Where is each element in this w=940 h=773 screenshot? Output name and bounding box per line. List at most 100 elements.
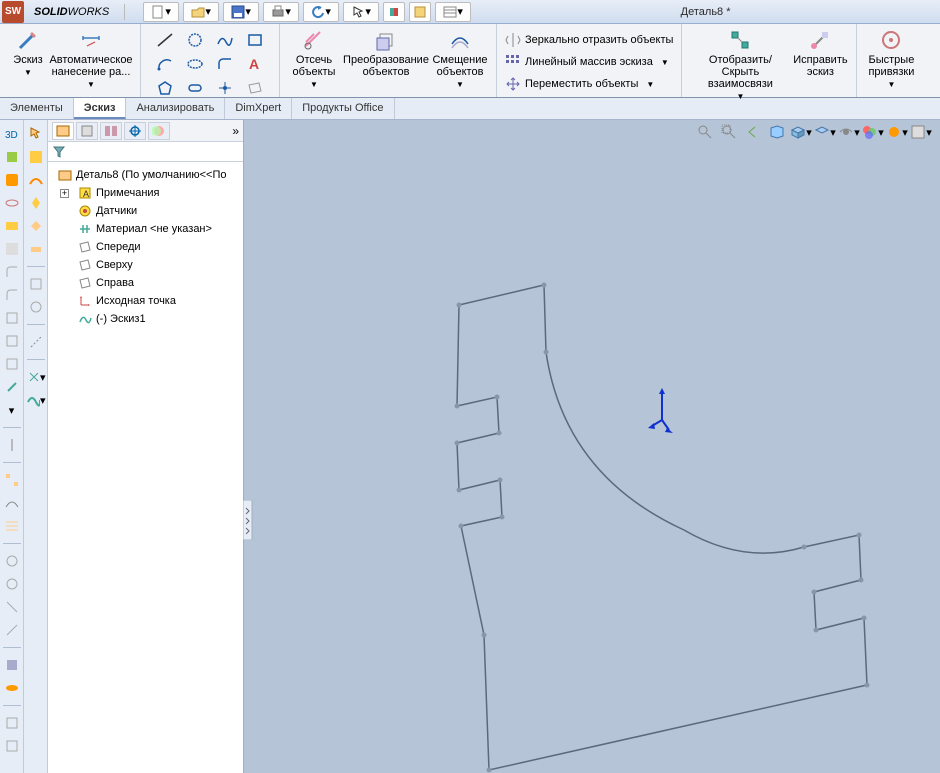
tree-origin[interactable]: Исходная точка [50,292,241,310]
weldment-icon[interactable] [2,620,22,640]
tree-right-plane[interactable]: Справа [50,274,241,292]
expand-plus-icon[interactable]: + [60,189,69,198]
line-tool[interactable] [151,30,179,50]
instant3d-icon[interactable] [2,551,22,571]
expand-icon[interactable]: » [232,124,239,138]
rib-icon[interactable] [2,331,22,351]
move-icon [505,76,521,92]
arc-tool[interactable] [151,54,179,74]
select-tool-icon[interactable] [26,124,46,144]
spline-tool[interactable] [211,30,239,50]
mold-icon[interactable] [2,655,22,675]
tree-material[interactable]: Материал <не указан> [50,220,241,238]
cut-revolve-icon[interactable] [2,262,22,282]
options-button[interactable] [409,2,431,22]
tree-sensors[interactable]: Датчики [50,202,241,220]
rebuild-button[interactable] [383,2,405,22]
tab-features[interactable]: Элементы [0,98,74,119]
chamfer-icon[interactable] [2,308,22,328]
open-button[interactable]: ▾ [183,2,219,22]
sweep-icon[interactable] [2,170,22,190]
grid-tool-icon[interactable] [26,147,46,167]
offset-button[interactable]: Смещение объектов ▼ [432,28,488,89]
display-relations-button[interactable]: Отобразить/Скрыть взаимосвязи ▼ [690,28,790,101]
revolve-icon[interactable] [2,147,22,167]
curve-icon[interactable] [2,493,22,513]
sketch-settings-icon[interactable]: ▾ [26,367,46,387]
tree-tab-feature[interactable] [52,122,74,140]
trim-button[interactable]: Отсечь объекты ▼ [288,28,340,89]
print-button[interactable]: ▾ [263,2,299,22]
draft-icon[interactable] [2,377,22,397]
boundary-icon[interactable] [2,216,22,236]
rectangle-tool[interactable] [241,30,269,50]
tree-root[interactable]: Деталь8 (По умолчанию<<По [50,166,241,184]
fillet-feature-icon[interactable] [2,285,22,305]
text-tool[interactable]: A [241,54,269,74]
graphics-viewport[interactable]: ▾ ▾ ▾ ▾ ▾ ▾ [244,120,940,773]
mirror-feature-icon[interactable] [2,435,22,455]
relations-tool-icon[interactable] [26,216,46,236]
quick-snaps-button[interactable]: Быстрые привязки ▼ [865,28,917,89]
plane-icon [78,276,92,290]
extrude-icon[interactable]: 3D [2,124,22,144]
no-solve-icon[interactable] [26,297,46,317]
tree-front-plane[interactable]: Спереди [50,238,241,256]
tree-item-label: Исходная точка [96,295,176,307]
polygon-tool[interactable] [151,78,179,98]
tree-annotations[interactable]: + A Примечания [50,184,241,202]
tab-evaluate[interactable]: Анализировать [126,98,225,119]
tab-dimxpert[interactable]: DimXpert [225,98,292,119]
modify-sketch-icon[interactable] [26,274,46,294]
point-tool[interactable] [211,78,239,98]
tree-sketch1[interactable]: (-) Эскиз1 [50,310,241,328]
origin-icon [78,294,92,308]
material-icon [78,222,92,236]
slot-tool[interactable] [181,78,209,98]
tree-tab-dimxpert[interactable] [124,122,146,140]
fillet-tool[interactable] [211,54,239,74]
area-hatch-icon[interactable] [26,193,46,213]
repair-sketch-button[interactable]: Исправить эскиз [792,28,848,78]
misc1-icon[interactable] [2,713,22,733]
title-bar: SW SOLIDWORKS ▾ ▾ ▾ ▾ ▾ ▾ ▾ Деталь8 * [0,0,940,24]
blocks-icon[interactable] [26,239,46,259]
misc2-icon[interactable] [2,736,22,756]
tree-tab-property[interactable] [76,122,98,140]
tree-item-label: Сверху [96,259,133,271]
sketch-geometry [244,120,940,773]
sketch-picture-icon[interactable] [26,170,46,190]
smart-dimension-button[interactable]: Автоматическое нанесение ра... ▼ [50,28,132,89]
tab-sketch[interactable]: Эскиз [74,98,127,119]
ref-geom-icon[interactable] [2,516,22,536]
save-button[interactable]: ▾ [223,2,259,22]
mirror-button[interactable]: Зеркально отразить объекты [505,30,673,50]
hole-icon[interactable]: ▾ [2,400,22,420]
spline-tools-icon[interactable]: ▾ [26,390,46,410]
tree-tab-render[interactable] [148,122,170,140]
loft-icon[interactable] [2,193,22,213]
ellipse-tool[interactable] [181,54,209,74]
plane-tool[interactable] [241,78,269,98]
new-button[interactable]: ▾ [143,2,179,22]
undo-button[interactable]: ▾ [303,2,339,22]
circle-tool[interactable] [181,30,209,50]
convert-button[interactable]: Преобразование объектов [342,28,430,78]
tree-top-plane[interactable]: Сверху [50,256,241,274]
select-button[interactable]: ▾ [343,2,379,22]
pattern-icon[interactable] [2,470,22,490]
explode-icon[interactable] [2,678,22,698]
sketch-button[interactable]: Эскиз ▼ [8,28,48,77]
shell-icon[interactable] [2,354,22,374]
move-button[interactable]: Переместить объекты ▼ [505,74,673,94]
properties-button[interactable]: ▾ [435,2,471,22]
cut-extrude-icon[interactable] [2,239,22,259]
tree-tab-config[interactable] [100,122,122,140]
sheet-metal-icon[interactable] [2,597,22,617]
tab-office[interactable]: Продукты Office [292,98,394,119]
tree-filter-bar[interactable] [48,142,243,162]
linear-pattern-button[interactable]: Линейный массив эскиза ▼ [505,52,673,72]
construction-icon[interactable] [26,332,46,352]
surface-icon[interactable] [2,574,22,594]
ribbon-group-relations: Отобразить/Скрыть взаимосвязи ▼ Исправит… [682,24,857,97]
